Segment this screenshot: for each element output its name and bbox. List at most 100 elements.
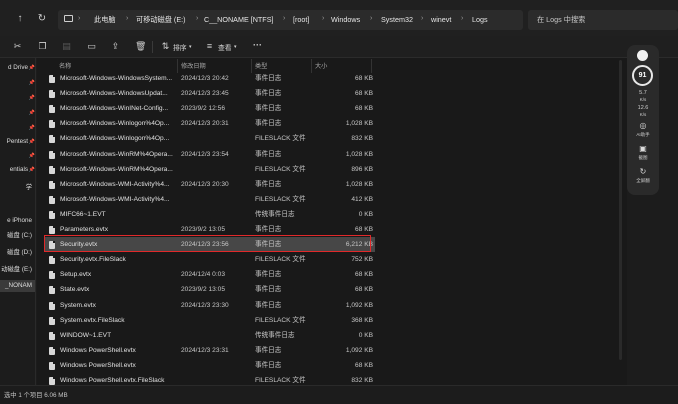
address-bar-area: ↑ ↻ › 此电脑 › 可移动磁盘 (E:) › C__NONAME [NTFS… <box>0 0 678 36</box>
file-row[interactable]: Microsoft-Windows-WinINet-Config... 2023/… <box>45 101 375 116</box>
copy-icon[interactable]: ❐ <box>37 41 48 52</box>
breadcrumb-windows[interactable]: Windows <box>331 15 360 24</box>
sidebar-item[interactable]: e iPhone <box>0 215 35 227</box>
sidebar-item[interactable]: entials 📌 <box>0 164 35 176</box>
sidebar-item[interactable]: 📌 <box>0 77 35 89</box>
file-row[interactable]: Windows PowerShell.evtx 事件日志 68 KB <box>45 358 375 373</box>
ai-assistant-icon[interactable]: ◎ <box>627 121 659 130</box>
file-row[interactable]: Microsoft-Windows-Winlogon%4Op... FILESLA… <box>45 131 375 146</box>
breadcrumb-root[interactable]: [root] <box>293 15 309 24</box>
file-row[interactable]: Microsoft-Windows-WMI-Activity%4... 2024/… <box>45 177 375 192</box>
breadcrumb[interactable]: › 此电脑 › 可移动磁盘 (E:) › C__NONAME [NTFS] › … <box>58 10 523 30</box>
file-row[interactable]: WINDOW~1.EVT 传统事件日志 0 KB <box>45 328 375 343</box>
breadcrumb-logs[interactable]: Logs <box>472 15 488 24</box>
file-row[interactable]: System.evtx.FileSlack FILESLACK 文件 368 KB <box>45 313 375 328</box>
file-row[interactable]: Setup.evtx 2024/12/4 0:03 事件日志 68 KB <box>45 267 375 282</box>
file-row[interactable]: Microsoft-Windows-WinRM%4Opera... FILESLA… <box>45 162 375 177</box>
file-icon <box>49 135 55 144</box>
file-row[interactable]: Microsoft-Windows-WinRM%4Opera... 2024/12… <box>45 147 375 162</box>
file-size: 368 KB <box>351 316 373 324</box>
breadcrumb-separator: › <box>196 15 199 22</box>
chevron-down-icon: ▾ <box>234 44 237 50</box>
toolbar-divider <box>152 41 153 53</box>
sidebar-item-label: Pentest <box>6 138 28 145</box>
file-row[interactable]: Microsoft-Windows-WindowsUpdat... 2024/12… <box>45 86 375 101</box>
sidebar-item[interactable]: 磁盘 (D:) <box>0 247 35 259</box>
sidebar-item[interactable] <box>0 199 35 211</box>
file-row[interactable]: Windows PowerShell.evtx 2024/12/3 23:31 事件… <box>45 343 375 358</box>
column-header-size[interactable]: 大小 <box>315 61 327 70</box>
breadcrumb-separator: › <box>283 15 286 22</box>
file-row[interactable]: Security.evtx.FileSlack FILESLACK 文件 752 K… <box>45 252 375 267</box>
file-size: 1,092 KB <box>345 301 373 309</box>
breadcrumb-noname[interactable]: C__NONAME [NTFS] <box>204 15 274 24</box>
view-button[interactable]: 查看 <box>218 42 232 52</box>
assistant-ball-icon[interactable] <box>637 50 648 61</box>
cut-icon[interactable]: ✂ <box>12 41 23 52</box>
file-type: 事件日志 <box>255 90 282 98</box>
ai-assistant-label[interactable]: AI助手 <box>627 132 659 138</box>
sidebar-item-label: 磁盘 (D:) <box>7 249 32 256</box>
monitor-icon <box>64 15 73 22</box>
sidebar-item[interactable]: d Drive 📌 <box>0 62 35 74</box>
file-date: 2024/12/3 20:31 <box>181 120 229 128</box>
refresh-icon[interactable]: ↻ <box>36 13 48 25</box>
paste-icon[interactable]: ▤ <box>61 41 72 52</box>
screenshot-label[interactable]: 截图 <box>627 155 659 161</box>
vertical-scrollbar[interactable] <box>619 60 622 360</box>
breadcrumb-winevt[interactable]: winevt <box>431 15 451 24</box>
translate-label[interactable]: 全屏翻 <box>627 178 659 184</box>
file-date: 2024/12/3 20:30 <box>181 180 229 188</box>
file-icon <box>49 256 55 265</box>
file-name: WINDOW~1.EVT <box>60 331 112 339</box>
file-icon <box>49 165 55 174</box>
sidebar-item[interactable]: 📌 <box>0 122 35 134</box>
column-header-date[interactable]: 修改日期 <box>181 61 206 70</box>
file-row[interactable]: Microsoft-Windows-WindowsSystem... 2024/1… <box>45 71 375 86</box>
sidebar-item[interactable]: 📌 <box>0 107 35 119</box>
file-size: 1,028 KB <box>345 120 373 128</box>
breadcrumb-system32[interactable]: System32 <box>381 15 413 24</box>
pin-icon: 📌 <box>28 80 35 86</box>
breadcrumb-separator: › <box>78 15 81 22</box>
file-name: State.evtx <box>60 286 90 294</box>
sidebar-item[interactable]: 动磁盘 (E:) <box>0 264 35 276</box>
file-size: 752 KB <box>351 256 373 264</box>
performance-score[interactable]: 91 <box>632 65 653 86</box>
sidebar-item[interactable]: 磁盘 (C:) <box>0 230 35 242</box>
file-size: 68 KB <box>355 75 373 82</box>
sidebar-item[interactable]: 学 <box>0 182 35 194</box>
column-header-name[interactable]: 名称 <box>59 61 71 70</box>
file-row[interactable]: MIFC66~1.EVT 传统事件日志 0 KB <box>45 207 375 222</box>
more-options-button[interactable]: ··· <box>253 40 262 50</box>
status-bar: 选中 1 个项目 6.06 MB <box>0 385 678 404</box>
sidebar-item[interactable]: _NONAM <box>0 280 35 292</box>
sort-icon[interactable]: ⇅ <box>160 41 171 52</box>
translate-icon[interactable]: ↻ <box>627 167 659 176</box>
column-header-type[interactable]: 类型 <box>255 61 267 70</box>
file-icon <box>49 346 55 355</box>
file-size: 412 KB <box>351 195 373 203</box>
rename-icon[interactable]: ▭ <box>86 41 97 52</box>
file-date: 2024/12/3 23:30 <box>181 301 229 309</box>
file-row[interactable]: System.evtx 2024/12/3 23:30 事件日志 1,092 KB <box>45 298 375 313</box>
sort-button[interactable]: 排序 <box>173 42 187 52</box>
file-date: 2024/12/3 23:45 <box>181 90 229 98</box>
file-row[interactable]: State.evtx 2023/9/2 13:05 事件日志 68 KB <box>45 282 375 297</box>
file-size: 1,028 KB <box>345 150 373 158</box>
up-arrow-icon[interactable]: ↑ <box>14 13 26 25</box>
sidebar-item[interactable]: Pentest 📌 <box>0 136 35 148</box>
file-type: 事件日志 <box>255 301 282 309</box>
sidebar-item[interactable]: 📌 <box>0 92 35 104</box>
view-icon[interactable]: ≡ <box>204 41 215 52</box>
share-icon[interactable]: ⇪ <box>110 41 121 52</box>
screenshot-icon[interactable]: ▣ <box>627 144 659 153</box>
file-row[interactable]: Microsoft-Windows-WMI-Activity%4... FILES… <box>45 192 375 207</box>
breadcrumb-this-pc[interactable]: 此电脑 <box>94 15 116 25</box>
sidebar-item[interactable]: 📌 <box>0 150 35 162</box>
file-type: FILESLACK 文件 <box>255 165 306 173</box>
delete-icon[interactable]: 🗑 <box>135 41 146 52</box>
file-row[interactable]: Microsoft-Windows-Winlogon%4Op... 2024/12… <box>45 116 375 131</box>
search-input[interactable]: 在 Logs 中搜索 <box>528 10 678 30</box>
breadcrumb-removable-disk[interactable]: 可移动磁盘 (E:) <box>136 15 186 25</box>
